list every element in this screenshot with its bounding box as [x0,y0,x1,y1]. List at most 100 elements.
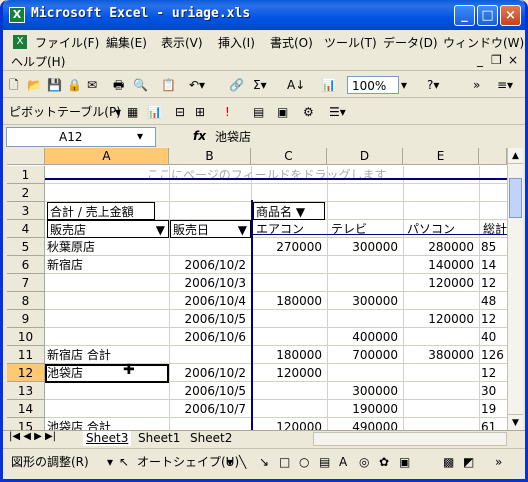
diagram-icon[interactable]: ◎ [359,453,369,471]
title-bar[interactable]: X Microsoft Excel - uriage.xls _ □ × [3,0,525,30]
row-header-15[interactable]: 15 [7,418,45,430]
tab-sheet2[interactable]: Sheet2 [187,431,235,446]
doc-close-button[interactable]: × [508,53,518,67]
close-button[interactable]: × [500,5,521,26]
pivot-cell-a6[interactable]: 新宿店 [47,256,167,274]
pivot-cell-a11[interactable]: 新宿店 合計 [47,346,167,364]
oval-icon[interactable]: ○ [299,453,309,471]
row-header-11[interactable]: 11 [7,346,45,364]
arrow-icon[interactable]: ↘ [259,453,269,471]
col-header-f[interactable] [479,148,507,165]
pivot-cell-a5[interactable]: 秋葉原店 [47,238,167,256]
pivot-cell-b8[interactable]: 2006/10/4 [171,292,249,310]
help-icon[interactable]: ?▾ [427,76,439,94]
scroll-up-icon[interactable]: ▲ [508,148,523,164]
new-icon[interactable]: 🗋 [9,76,19,94]
hide-detail-icon[interactable]: ⊟ [175,103,185,121]
textbox-icon[interactable]: ▤ [319,453,330,471]
vertical-scrollbar[interactable]: ▲ ▼ [507,148,523,430]
pivot-cell-b14[interactable]: 2006/10/7 [171,400,249,418]
maximize-button[interactable]: □ [477,5,498,26]
row-header-10[interactable]: 10 [7,328,45,346]
pivot-cell-a13[interactable] [47,382,167,400]
pivot-chart-icon[interactable]: 📊 [147,103,162,121]
menu-window[interactable]: ウィンドウ(W) [443,34,524,51]
toolbar-options-icon[interactable]: » [473,76,480,94]
row-field-date-button[interactable]: 販売日 ▼ [170,220,251,238]
menu-tools[interactable]: ツール(T) [324,34,377,51]
refresh-icon[interactable]: ! [225,103,230,121]
mail-icon[interactable]: ✉ [87,76,97,94]
scroll-down-icon[interactable]: ▼ [508,414,523,430]
autoshape-menu-button[interactable]: オートシェイプ(U) [137,453,239,471]
open-icon[interactable]: 📂 [27,76,42,94]
pivot-cell-b15[interactable] [171,418,249,430]
row-header-13[interactable]: 13 [7,382,45,400]
row-header-12[interactable]: 12 [7,364,45,382]
row-header-1[interactable]: 1 [7,166,45,184]
zoom-dropdown-icon[interactable]: ▾ [401,76,407,94]
align-icon[interactable]: ≡▾ [497,76,513,94]
clipart-icon[interactable]: ✿ [379,453,389,471]
adjust-menu-button[interactable]: 図形の調整(R) [11,453,89,471]
autosum-icon[interactable]: Σ▾ [253,76,267,94]
pivot-cell-a14[interactable] [47,400,167,418]
field-settings-icon[interactable]: ⚙ [303,103,314,121]
undo-icon[interactable]: ↶▾ [189,76,205,94]
menu-file[interactable]: ファイル(F) [35,34,99,51]
col-header-c[interactable]: C [251,148,327,165]
pivot-cell-a8[interactable] [47,292,167,310]
show-detail-icon[interactable]: ⊞ [195,103,205,121]
always-display-icon[interactable]: ▣ [277,103,288,121]
menu-data[interactable]: データ(D) [383,34,438,51]
pivot-cell-b11[interactable] [171,346,249,364]
pivot-cell-a10[interactable] [47,328,167,346]
row-header-9[interactable]: 9 [7,310,45,328]
shadow-icon[interactable]: ▩ [443,453,454,471]
autoshape-menu-arrow-icon[interactable]: ▾ [227,453,233,471]
menu-edit[interactable]: 編集(E) [106,34,147,51]
select-all-corner[interactable] [7,148,45,165]
preview-icon[interactable]: 🔍 [133,76,148,94]
name-box-arrow-icon[interactable]: ▾ [137,129,143,143]
pivot-cell-b9[interactable]: 2006/10/5 [171,310,249,328]
drawing-options-icon[interactable]: » [495,453,502,471]
paste-icon[interactable]: 📋 [161,76,176,94]
row-header-6[interactable]: 6 [7,256,45,274]
row-header-4[interactable]: 4 [7,220,45,238]
pivot-cell-a15[interactable]: 池袋店 合計 [47,418,167,430]
row-header-7[interactable]: 7 [7,274,45,292]
horizontal-scrollbar[interactable] [313,432,507,446]
row-header-5[interactable]: 5 [7,238,45,256]
menu-insert[interactable]: 挿入(I) [218,34,255,51]
data-field-label[interactable]: 合計 / 売上金額 [47,202,155,220]
pivot-cell-b5[interactable] [171,238,249,256]
pivot-cell-b13[interactable]: 2006/10/5 [171,382,249,400]
minimize-button[interactable]: _ [454,5,475,26]
scroll-thumb[interactable] [509,178,522,218]
adjust-menu-arrow-icon[interactable]: ▾ [107,453,113,471]
row-header-14[interactable]: 14 [7,400,45,418]
doc-restore-button[interactable]: ❐ [491,53,502,67]
pivot-cell-b6[interactable]: 2006/10/2 [171,256,249,274]
row-header-3[interactable]: 3 [7,202,45,220]
zoom-select[interactable]: 100% [347,76,399,94]
menu-view[interactable]: 表示(V) [161,34,203,51]
workbook-icon[interactable]: X [13,35,27,49]
fx-icon[interactable]: fx [193,129,206,143]
rectangle-icon[interactable]: □ [279,453,290,471]
menu-help[interactable]: ヘルプ(H) [11,53,65,70]
select-objects-icon[interactable]: ↖ [119,453,129,471]
pivot-cell-b12[interactable]: 2006/10/2 [171,364,249,382]
field-list-icon[interactable]: ☰▾ [329,103,346,121]
tab-first-icon[interactable]: |◀ ◀ ▶ ▶| [9,431,56,442]
tab-sheet1[interactable]: Sheet1 [135,431,183,446]
3d-icon[interactable]: ◩ [463,453,474,471]
row-header-8[interactable]: 8 [7,292,45,310]
format-report-icon[interactable]: ▦ [127,103,138,121]
save-icon[interactable]: 💾 [47,76,62,94]
include-hidden-icon[interactable]: ▤ [253,103,264,121]
line-icon[interactable]: ╲ [239,453,246,471]
print-icon[interactable]: 🖶 [113,76,124,94]
menu-format[interactable]: 書式(O) [270,34,313,51]
